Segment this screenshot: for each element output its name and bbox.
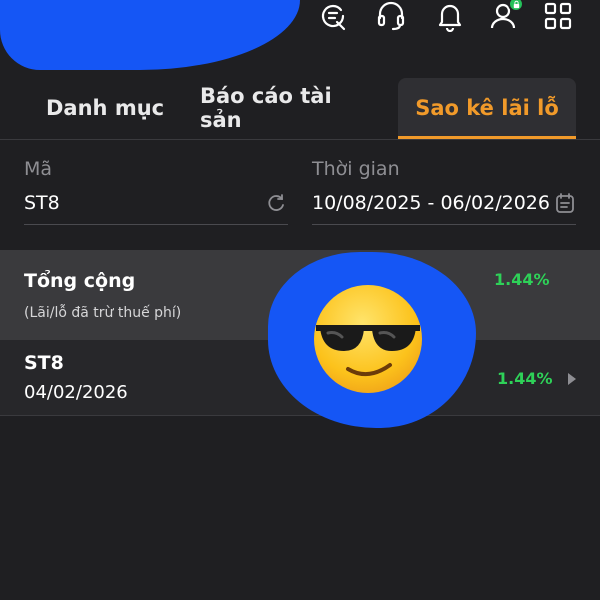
- top-bar: [0, 0, 600, 70]
- summary-subtitle: (Lãi/lỗ đã trừ thuế phí): [24, 305, 182, 321]
- period-field[interactable]: 10/08/2025 - 06/02/2026: [312, 192, 550, 214]
- calendar-icon[interactable]: [554, 192, 576, 214]
- bell-icon[interactable]: [432, 0, 468, 32]
- sunglasses-emoji-icon: [314, 285, 422, 393]
- chevron-right-icon[interactable]: [566, 372, 578, 386]
- tab-profit-loss-statement[interactable]: Sao kê lãi lỗ: [398, 78, 576, 138]
- search-history-icon[interactable]: [315, 0, 351, 32]
- item-date: 04/02/2026: [24, 382, 128, 403]
- redacted-area: [0, 0, 300, 70]
- tab-asset-report[interactable]: Báo cáo tài sản: [200, 78, 380, 138]
- headset-icon[interactable]: [373, 0, 409, 32]
- user-account-icon[interactable]: [486, 0, 524, 32]
- symbol-field-underline: [24, 224, 288, 225]
- period-field-underline: [312, 224, 576, 225]
- tab-portfolio[interactable]: Danh mục: [24, 78, 184, 138]
- item-symbol: ST8: [24, 352, 64, 374]
- lock-icon: [508, 0, 524, 12]
- grid-menu-icon[interactable]: [540, 0, 576, 32]
- symbol-field[interactable]: ST8: [24, 192, 60, 214]
- summary-title: Tổng cộng: [24, 270, 136, 292]
- item-percent: 1.44%: [497, 369, 553, 388]
- symbol-field-label: Mã: [24, 158, 53, 180]
- period-field-label: Thời gian: [312, 158, 400, 180]
- summary-percent: 1.44%: [494, 270, 550, 289]
- active-tab-indicator: [398, 136, 576, 139]
- reset-icon[interactable]: [265, 192, 287, 214]
- tab-bar: Danh mục Báo cáo tài sản Sao kê lãi lỗ: [0, 78, 600, 140]
